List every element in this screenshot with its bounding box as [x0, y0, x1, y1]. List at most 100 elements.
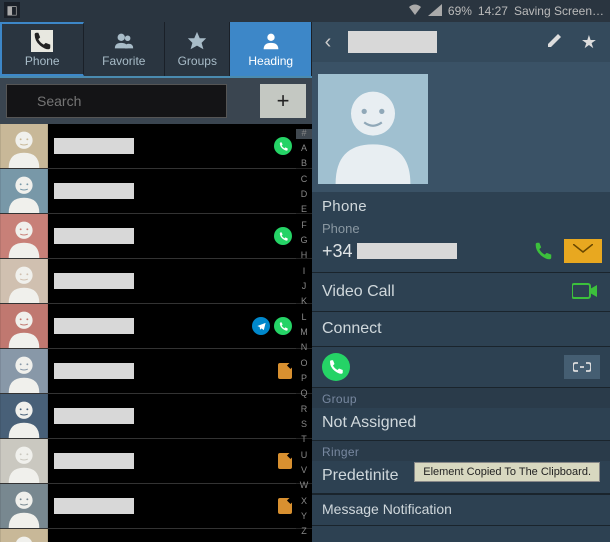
alpha-index-letter[interactable]: Q — [296, 389, 312, 399]
contact-name-masked — [54, 363, 134, 379]
contact-avatar — [0, 214, 48, 258]
phone-field-label: Phone — [312, 219, 610, 236]
sim-icon — [278, 453, 292, 469]
call-button[interactable] — [530, 238, 556, 264]
video-call-row[interactable]: Video Call — [312, 273, 610, 312]
flipboard-icon: ◧ — [4, 2, 20, 18]
contact-row[interactable] — [0, 304, 312, 349]
alpha-index-letter[interactable]: T — [296, 435, 312, 445]
tab-contacts[interactable]: Heading — [230, 22, 312, 76]
alpha-index[interactable]: # ABCDEFGHIJKLMNOPQRSTUVWXYZ — [296, 124, 312, 542]
alpha-index-letter[interactable]: W — [296, 481, 312, 491]
alpha-index-letter[interactable]: H — [296, 251, 312, 261]
alpha-index-letter[interactable]: S — [296, 420, 312, 430]
add-contact-button[interactable]: + — [260, 84, 306, 118]
whatsapp-icon — [322, 353, 350, 381]
alpha-index-letter[interactable]: M — [296, 328, 312, 338]
phone-prefix: +34 — [322, 241, 353, 262]
edit-button[interactable] — [540, 31, 570, 54]
battery-text: 69% — [448, 4, 472, 18]
alpha-index-letter[interactable]: F — [296, 221, 312, 231]
contact-avatar — [0, 439, 48, 483]
contact-detail-pane: ‹ ★ Phone Phone +34 Video — [312, 22, 610, 542]
phone-row[interactable]: +34 — [312, 236, 610, 273]
alpha-index-letter[interactable]: U — [296, 451, 312, 461]
ringer-header: Ringer — [312, 441, 610, 461]
video-call-icon — [572, 281, 600, 303]
contact-row[interactable] — [0, 484, 312, 529]
alpha-index-letter[interactable]: E — [296, 205, 312, 215]
contact-row[interactable] — [0, 529, 312, 542]
whatsapp-icon — [274, 137, 292, 155]
contact-avatar — [0, 304, 48, 348]
favorites-icon — [113, 30, 135, 52]
alpha-index-letter[interactable]: V — [296, 466, 312, 476]
contact-row[interactable] — [0, 259, 312, 304]
connect-row: Connect — [312, 312, 610, 347]
contact-avatar — [0, 349, 48, 393]
alpha-index-letter[interactable]: P — [296, 374, 312, 384]
whatsapp-connect-row[interactable] — [312, 347, 610, 388]
contact-avatar — [0, 259, 48, 303]
tab-bar: Phone Favorite Groups Heading — [0, 22, 312, 78]
group-value[interactable]: Not Assigned — [312, 408, 610, 441]
sim-icon — [278, 363, 292, 379]
alpha-index-letter[interactable]: X — [296, 497, 312, 507]
whatsapp-icon — [274, 317, 292, 335]
alpha-index-letter[interactable]: R — [296, 405, 312, 415]
wifi-icon — [408, 4, 422, 19]
alpha-index-letter[interactable]: A — [296, 144, 312, 154]
alpha-index-letter[interactable]: Y — [296, 512, 312, 522]
contact-row[interactable] — [0, 349, 312, 394]
contact-list[interactable]: # ABCDEFGHIJKLMNOPQRSTUVWXYZ — [0, 124, 312, 542]
tab-phone[interactable]: Phone — [0, 22, 84, 76]
contact-row[interactable] — [0, 394, 312, 439]
status-bar: ◧ 69% 14:27 Saving Screen… — [0, 0, 610, 22]
status-text: Saving Screen… — [514, 4, 604, 18]
alpha-index-letter[interactable]: L — [296, 313, 312, 323]
toast-notification: Element Copied To The Clipboard. — [414, 462, 600, 482]
contact-row[interactable] — [0, 169, 312, 214]
contact-avatar — [0, 484, 48, 528]
alpha-index-letter[interactable]: O — [296, 359, 312, 369]
tab-favorites[interactable]: Favorite — [84, 22, 166, 76]
contact-name-masked — [54, 183, 134, 199]
sim-icon — [278, 498, 292, 514]
alpha-index-letter[interactable]: K — [296, 297, 312, 307]
tab-groups[interactable]: Groups — [165, 22, 230, 76]
alpha-index-letter[interactable]: C — [296, 175, 312, 185]
contact-name — [348, 31, 437, 53]
time-text: 14:27 — [478, 4, 508, 18]
alpha-index-letter[interactable]: # — [296, 129, 312, 139]
person-icon — [260, 30, 282, 52]
link-icon[interactable] — [564, 355, 600, 379]
alpha-index-letter[interactable]: B — [296, 159, 312, 169]
alpha-index-letter[interactable]: N — [296, 343, 312, 353]
message-button[interactable] — [564, 239, 602, 263]
contact-avatar — [0, 394, 48, 438]
contact-row[interactable] — [0, 439, 312, 484]
alpha-index-letter[interactable]: J — [296, 282, 312, 292]
contact-name-masked — [54, 453, 134, 469]
favorite-star-button[interactable]: ★ — [574, 32, 604, 53]
group-header: Group — [312, 388, 610, 408]
alpha-index-letter[interactable]: I — [296, 267, 312, 277]
contact-name-masked — [54, 228, 134, 244]
contact-row[interactable] — [0, 124, 312, 169]
contact-avatar-large — [312, 62, 610, 192]
contact-name-masked — [54, 138, 134, 154]
phone-number-masked — [357, 243, 457, 259]
telegram-icon — [252, 317, 270, 335]
contacts-pane: Phone Favorite Groups Heading — [0, 22, 312, 542]
alpha-index-letter[interactable]: G — [296, 236, 312, 246]
contact-avatar — [0, 529, 48, 542]
contact-row[interactable] — [0, 214, 312, 259]
alpha-index-letter[interactable]: D — [296, 190, 312, 200]
contact-name-masked — [54, 318, 134, 334]
alpha-index-letter[interactable]: Z — [296, 527, 312, 537]
contact-name-masked — [54, 498, 134, 514]
whatsapp-icon — [274, 227, 292, 245]
back-button[interactable]: ‹ — [318, 31, 338, 54]
search-input[interactable] — [6, 84, 227, 118]
message-notification-row[interactable]: Message Notification — [312, 494, 610, 526]
